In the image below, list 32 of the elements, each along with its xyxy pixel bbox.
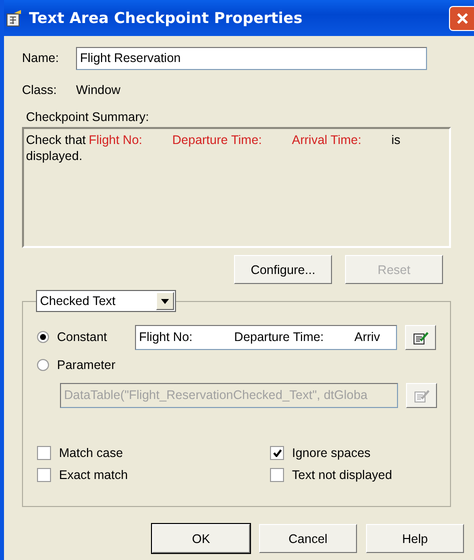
checkbox[interactable] bbox=[37, 446, 51, 460]
close-button[interactable] bbox=[449, 6, 474, 30]
radio-button[interactable] bbox=[37, 331, 49, 343]
summary-text: Check that Flight No: Departure Time: Arrival Time: is displayed. bbox=[22, 127, 451, 248]
checkbox[interactable] bbox=[37, 468, 51, 482]
app-icon bbox=[5, 9, 23, 27]
configure-button[interactable]: Configure... bbox=[234, 255, 332, 284]
checked-text-dropdown[interactable]: Checked Text bbox=[36, 290, 176, 312]
class-label: Class: bbox=[22, 83, 58, 97]
dialog-button[interactable]: Help bbox=[366, 524, 464, 553]
class-value: Window bbox=[76, 83, 120, 97]
name-field[interactable]: Flight Reservation bbox=[76, 46, 427, 70]
dialog-button[interactable]: Cancel bbox=[259, 524, 357, 553]
checkbox[interactable] bbox=[270, 468, 284, 482]
name-label: Name: bbox=[22, 51, 60, 65]
dialog-button[interactable]: OK bbox=[152, 524, 250, 553]
edit-icon bbox=[412, 330, 428, 344]
checkbox-label: Exact match bbox=[59, 468, 128, 482]
window-title: Text Area Checkpoint Properties bbox=[29, 9, 304, 27]
close-icon bbox=[456, 12, 468, 24]
option-label: Constant bbox=[57, 330, 108, 344]
checkbox[interactable] bbox=[270, 446, 284, 460]
check-icon bbox=[272, 449, 282, 457]
checkbox-label: Ignore spaces bbox=[292, 446, 371, 460]
caret-icon bbox=[161, 298, 169, 304]
constant-field[interactable]: Flight No: Departure Time: Arriv bbox=[135, 324, 397, 350]
checkbox-label: Text not displayed bbox=[292, 468, 392, 482]
summary-label: Checkpoint Summary: bbox=[26, 110, 149, 124]
option-label: Parameter bbox=[57, 358, 116, 372]
edit-button[interactable] bbox=[405, 324, 436, 350]
checkbox-label: Match case bbox=[59, 446, 123, 460]
edit-icon bbox=[414, 388, 430, 402]
